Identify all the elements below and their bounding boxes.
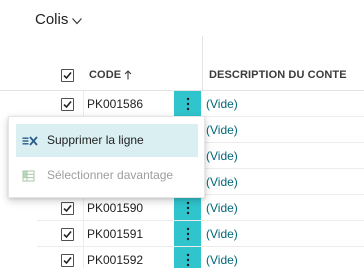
more-vertical-icon [186,97,189,110]
row-code[interactable]: PK001592 [87,253,143,267]
table-header: CODE DESCRIPTION DU CONTE [0,60,364,91]
column-header-description[interactable]: DESCRIPTION DU CONTE [209,69,347,81]
checkmark-icon [63,230,72,239]
row-description-link[interactable]: (Vide) [206,97,238,111]
row-context-menu: Supprimer la ligne Sélectionner davantag… [8,116,205,198]
row-code[interactable]: PK001591 [87,227,143,241]
row-checkbox[interactable] [61,228,74,241]
menu-item-label: Sélectionner davantage [47,168,174,182]
page: Colis CODE DESCRIPTION DU CONTE PK001586… [0,0,364,268]
row-description-link[interactable]: (Vide) [206,253,238,267]
table-row[interactable]: PK001586 (Vide) [0,91,364,117]
row-checkbox[interactable] [61,254,74,267]
page-title-dropdown[interactable]: Colis [35,10,83,30]
table-row[interactable]: PK001591 (Vide) [0,221,364,247]
row-description-link[interactable]: (Vide) [206,149,238,163]
checkmark-icon [63,100,72,109]
row-code[interactable]: PK001586 [87,97,143,111]
row-description-link[interactable]: (Vide) [206,201,238,215]
cell-divider [83,221,84,247]
table-row[interactable]: PK001590 (Vide) [0,195,364,221]
row-actions-button[interactable] [174,91,201,116]
select-more-icon [22,169,38,183]
select-all-checkbox[interactable] [61,69,74,82]
row-actions-button[interactable] [174,195,201,220]
row-description-link[interactable]: (Vide) [206,227,238,241]
table-row[interactable]: PK001592 (Vide) [0,247,364,268]
page-title: Colis [35,11,69,28]
row-description-link[interactable]: (Vide) [206,175,238,189]
more-vertical-icon [186,253,189,266]
row-actions-button[interactable] [174,221,201,246]
column-header-code[interactable]: CODE [89,69,132,81]
delete-row-icon [22,134,38,148]
row-checkbox[interactable] [61,98,74,111]
more-vertical-icon [186,227,189,240]
menu-item-delete-row[interactable]: Supprimer la ligne [16,124,198,157]
more-vertical-icon [186,201,189,214]
cell-divider [83,195,84,221]
row-actions-button[interactable] [174,247,201,268]
cell-divider [83,247,84,268]
checkmark-icon [63,204,72,213]
row-code[interactable]: PK001590 [87,201,143,215]
chevron-down-icon [71,14,83,26]
row-description-link[interactable]: (Vide) [206,123,238,137]
menu-item-select-more[interactable]: Sélectionner davantage [16,159,198,192]
arrow-up-icon [124,70,132,80]
checkmark-icon [63,256,72,265]
checkmark-icon [63,71,72,80]
cell-divider [83,91,84,117]
row-checkbox[interactable] [61,202,74,215]
menu-item-label: Supprimer la ligne [47,133,144,147]
column-header-code-label: CODE [89,69,122,81]
